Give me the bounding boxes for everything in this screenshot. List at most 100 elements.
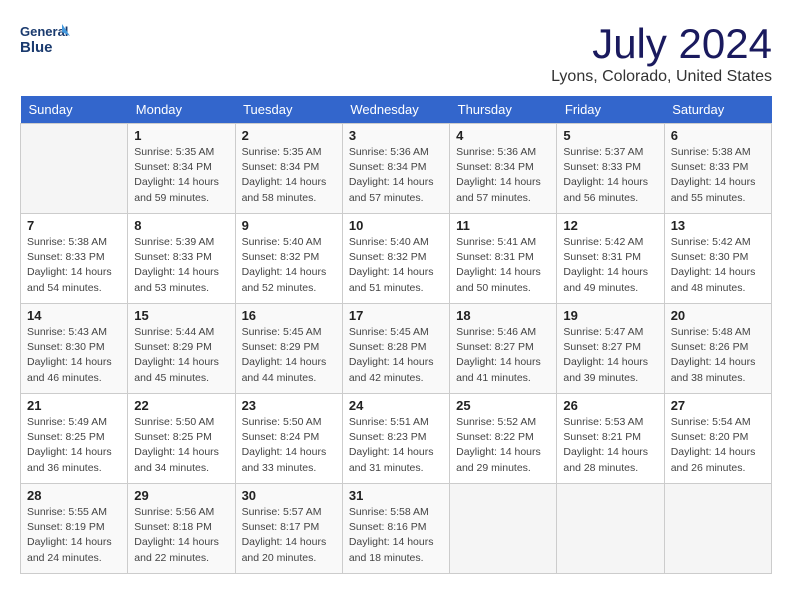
day-number: 30 bbox=[242, 488, 336, 503]
day-info: Sunrise: 5:42 AM Sunset: 8:30 PM Dayligh… bbox=[671, 235, 765, 296]
weekday-header-sunday: Sunday bbox=[21, 96, 128, 124]
weekday-header-friday: Friday bbox=[557, 96, 664, 124]
day-info: Sunrise: 5:50 AM Sunset: 8:25 PM Dayligh… bbox=[134, 415, 228, 476]
day-info: Sunrise: 5:51 AM Sunset: 8:23 PM Dayligh… bbox=[349, 415, 443, 476]
day-info: Sunrise: 5:50 AM Sunset: 8:24 PM Dayligh… bbox=[242, 415, 336, 476]
calendar-cell: 15 Sunrise: 5:44 AM Sunset: 8:29 PM Dayli… bbox=[128, 304, 235, 394]
day-number: 2 bbox=[242, 128, 336, 143]
day-number: 14 bbox=[27, 308, 121, 323]
day-info: Sunrise: 5:35 AM Sunset: 8:34 PM Dayligh… bbox=[134, 145, 228, 206]
title-block: July 2024 Lyons, Colorado, United States bbox=[551, 20, 772, 86]
day-number: 28 bbox=[27, 488, 121, 503]
day-info: Sunrise: 5:47 AM Sunset: 8:27 PM Dayligh… bbox=[563, 325, 657, 386]
calendar-cell: 16 Sunrise: 5:45 AM Sunset: 8:29 PM Dayli… bbox=[235, 304, 342, 394]
calendar-cell: 14 Sunrise: 5:43 AM Sunset: 8:30 PM Dayli… bbox=[21, 304, 128, 394]
day-number: 25 bbox=[456, 398, 550, 413]
calendar-cell bbox=[450, 484, 557, 574]
day-info: Sunrise: 5:38 AM Sunset: 8:33 PM Dayligh… bbox=[671, 145, 765, 206]
calendar-week-row: 28 Sunrise: 5:55 AM Sunset: 8:19 PM Dayli… bbox=[21, 484, 772, 574]
day-info: Sunrise: 5:43 AM Sunset: 8:30 PM Dayligh… bbox=[27, 325, 121, 386]
day-info: Sunrise: 5:45 AM Sunset: 8:29 PM Dayligh… bbox=[242, 325, 336, 386]
day-info: Sunrise: 5:53 AM Sunset: 8:21 PM Dayligh… bbox=[563, 415, 657, 476]
day-number: 18 bbox=[456, 308, 550, 323]
day-info: Sunrise: 5:55 AM Sunset: 8:19 PM Dayligh… bbox=[27, 505, 121, 566]
day-number: 15 bbox=[134, 308, 228, 323]
calendar-cell: 19 Sunrise: 5:47 AM Sunset: 8:27 PM Dayli… bbox=[557, 304, 664, 394]
calendar-cell: 18 Sunrise: 5:46 AM Sunset: 8:27 PM Dayli… bbox=[450, 304, 557, 394]
day-number: 20 bbox=[671, 308, 765, 323]
day-number: 3 bbox=[349, 128, 443, 143]
day-number: 8 bbox=[134, 218, 228, 233]
calendar-cell: 4Sunrise: 5:36 AM Sunset: 8:34 PM Daylig… bbox=[450, 124, 557, 214]
calendar-cell: 13 Sunrise: 5:42 AM Sunset: 8:30 PM Dayli… bbox=[664, 214, 771, 304]
weekday-header-row: SundayMondayTuesdayWednesdayThursdayFrid… bbox=[21, 96, 772, 124]
day-info: Sunrise: 5:46 AM Sunset: 8:27 PM Dayligh… bbox=[456, 325, 550, 386]
weekday-header-tuesday: Tuesday bbox=[235, 96, 342, 124]
calendar-cell: 30 Sunrise: 5:57 AM Sunset: 8:17 PM Dayli… bbox=[235, 484, 342, 574]
day-number: 16 bbox=[242, 308, 336, 323]
day-number: 7 bbox=[27, 218, 121, 233]
day-info: Sunrise: 5:42 AM Sunset: 8:31 PM Dayligh… bbox=[563, 235, 657, 296]
day-number: 9 bbox=[242, 218, 336, 233]
day-info: Sunrise: 5:52 AM Sunset: 8:22 PM Dayligh… bbox=[456, 415, 550, 476]
day-info: Sunrise: 5:49 AM Sunset: 8:25 PM Dayligh… bbox=[27, 415, 121, 476]
day-number: 21 bbox=[27, 398, 121, 413]
day-info: Sunrise: 5:56 AM Sunset: 8:18 PM Dayligh… bbox=[134, 505, 228, 566]
calendar-week-row: 7 Sunrise: 5:38 AM Sunset: 8:33 PM Daylig… bbox=[21, 214, 772, 304]
calendar-week-row: 1 Sunrise: 5:35 AM Sunset: 8:34 PM Daylig… bbox=[21, 124, 772, 214]
day-number: 22 bbox=[134, 398, 228, 413]
weekday-header-saturday: Saturday bbox=[664, 96, 771, 124]
month-year-title: July 2024 bbox=[551, 20, 772, 68]
day-info: Sunrise: 5:45 AM Sunset: 8:28 PM Dayligh… bbox=[349, 325, 443, 386]
calendar-cell: 9Sunrise: 5:40 AM Sunset: 8:32 PM Daylig… bbox=[235, 214, 342, 304]
calendar-cell: 1 Sunrise: 5:35 AM Sunset: 8:34 PM Daylig… bbox=[128, 124, 235, 214]
location-subtitle: Lyons, Colorado, United States bbox=[551, 68, 772, 86]
calendar-cell: 21 Sunrise: 5:49 AM Sunset: 8:25 PM Dayli… bbox=[21, 394, 128, 484]
day-info: Sunrise: 5:40 AM Sunset: 8:32 PM Dayligh… bbox=[349, 235, 443, 296]
day-number: 6 bbox=[671, 128, 765, 143]
day-info: Sunrise: 5:57 AM Sunset: 8:17 PM Dayligh… bbox=[242, 505, 336, 566]
calendar-cell: 12 Sunrise: 5:42 AM Sunset: 8:31 PM Dayli… bbox=[557, 214, 664, 304]
day-number: 19 bbox=[563, 308, 657, 323]
day-number: 27 bbox=[671, 398, 765, 413]
day-number: 24 bbox=[349, 398, 443, 413]
calendar-cell: 31Sunrise: 5:58 AM Sunset: 8:16 PM Dayli… bbox=[342, 484, 449, 574]
calendar-cell: 10 Sunrise: 5:40 AM Sunset: 8:32 PM Dayli… bbox=[342, 214, 449, 304]
calendar-cell bbox=[557, 484, 664, 574]
day-info: Sunrise: 5:36 AM Sunset: 8:34 PM Dayligh… bbox=[456, 145, 550, 206]
day-number: 10 bbox=[349, 218, 443, 233]
day-info: Sunrise: 5:35 AM Sunset: 8:34 PM Dayligh… bbox=[242, 145, 336, 206]
calendar-cell: 24 Sunrise: 5:51 AM Sunset: 8:23 PM Dayli… bbox=[342, 394, 449, 484]
day-number: 13 bbox=[671, 218, 765, 233]
calendar-week-row: 21 Sunrise: 5:49 AM Sunset: 8:25 PM Dayli… bbox=[21, 394, 772, 484]
day-info: Sunrise: 5:38 AM Sunset: 8:33 PM Dayligh… bbox=[27, 235, 121, 296]
day-info: Sunrise: 5:54 AM Sunset: 8:20 PM Dayligh… bbox=[671, 415, 765, 476]
calendar-cell: 11Sunrise: 5:41 AM Sunset: 8:31 PM Dayli… bbox=[450, 214, 557, 304]
calendar-cell: 6 Sunrise: 5:38 AM Sunset: 8:33 PM Daylig… bbox=[664, 124, 771, 214]
calendar-cell: 25 Sunrise: 5:52 AM Sunset: 8:22 PM Dayli… bbox=[450, 394, 557, 484]
calendar-cell: 29Sunrise: 5:56 AM Sunset: 8:18 PM Dayli… bbox=[128, 484, 235, 574]
day-number: 12 bbox=[563, 218, 657, 233]
calendar-cell: 5Sunrise: 5:37 AM Sunset: 8:33 PM Daylig… bbox=[557, 124, 664, 214]
logo: General Blue bbox=[20, 20, 70, 65]
day-number: 1 bbox=[134, 128, 228, 143]
logo-svg: General Blue bbox=[20, 20, 70, 65]
day-info: Sunrise: 5:37 AM Sunset: 8:33 PM Dayligh… bbox=[563, 145, 657, 206]
day-info: Sunrise: 5:58 AM Sunset: 8:16 PM Dayligh… bbox=[349, 505, 443, 566]
calendar-cell: 20Sunrise: 5:48 AM Sunset: 8:26 PM Dayli… bbox=[664, 304, 771, 394]
calendar-cell: 17 Sunrise: 5:45 AM Sunset: 8:28 PM Dayli… bbox=[342, 304, 449, 394]
calendar-cell: 28 Sunrise: 5:55 AM Sunset: 8:19 PM Dayli… bbox=[21, 484, 128, 574]
calendar-cell: 3Sunrise: 5:36 AM Sunset: 8:34 PM Daylig… bbox=[342, 124, 449, 214]
calendar-table: SundayMondayTuesdayWednesdayThursdayFrid… bbox=[20, 96, 772, 574]
day-number: 17 bbox=[349, 308, 443, 323]
calendar-cell: 8 Sunrise: 5:39 AM Sunset: 8:33 PM Daylig… bbox=[128, 214, 235, 304]
day-info: Sunrise: 5:41 AM Sunset: 8:31 PM Dayligh… bbox=[456, 235, 550, 296]
day-info: Sunrise: 5:44 AM Sunset: 8:29 PM Dayligh… bbox=[134, 325, 228, 386]
day-info: Sunrise: 5:39 AM Sunset: 8:33 PM Dayligh… bbox=[134, 235, 228, 296]
calendar-cell: 22 Sunrise: 5:50 AM Sunset: 8:25 PM Dayli… bbox=[128, 394, 235, 484]
calendar-cell: 23Sunrise: 5:50 AM Sunset: 8:24 PM Dayli… bbox=[235, 394, 342, 484]
calendar-cell: 27 Sunrise: 5:54 AM Sunset: 8:20 PM Dayli… bbox=[664, 394, 771, 484]
calendar-cell: 26Sunrise: 5:53 AM Sunset: 8:21 PM Dayli… bbox=[557, 394, 664, 484]
calendar-cell: 7 Sunrise: 5:38 AM Sunset: 8:33 PM Daylig… bbox=[21, 214, 128, 304]
page-header: General Blue July 2024 Lyons, Colorado, … bbox=[20, 20, 772, 86]
